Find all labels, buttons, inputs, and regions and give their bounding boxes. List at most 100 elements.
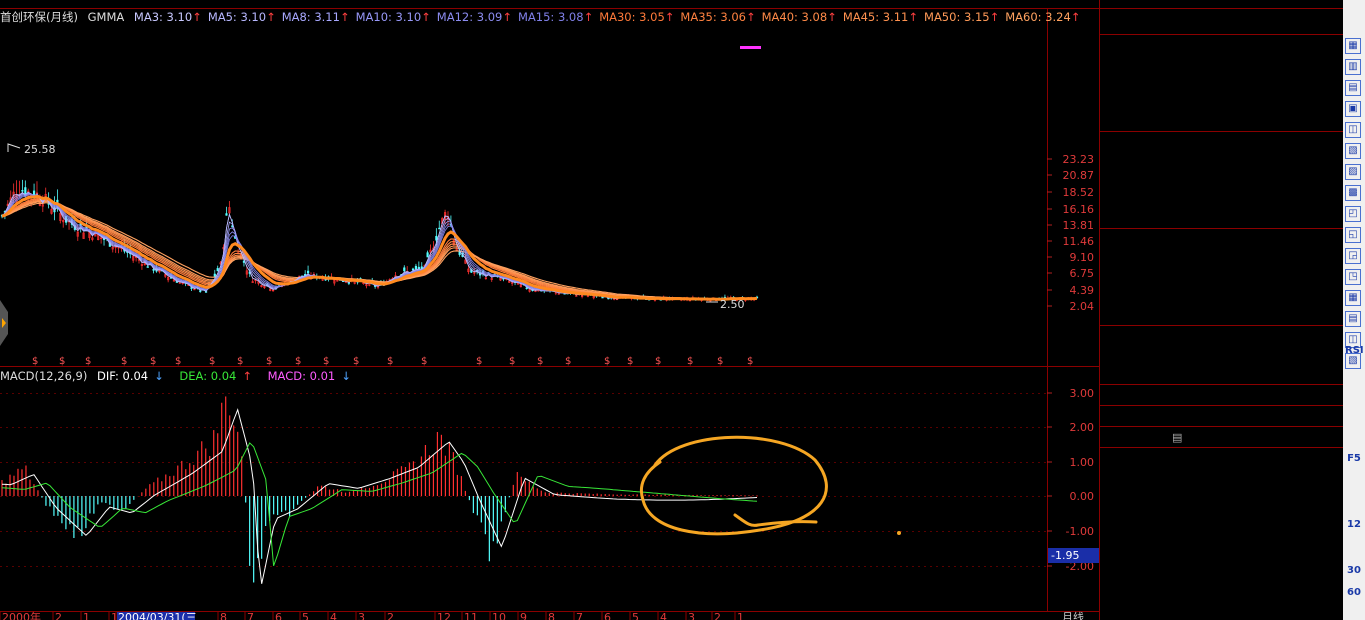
stats-row	[1100, 249, 1343, 268]
ma-label: MA15: 3.08↑	[518, 10, 594, 24]
dividend-marker: $	[604, 356, 610, 367]
candle-body	[21, 190, 24, 192]
ma-label: MA12: 3.09↑	[436, 10, 512, 24]
chart-title: 首创环保(月线)	[0, 10, 78, 24]
buy-row	[1100, 171, 1343, 190]
ma-list: MA3: 3.10↑ MA5: 3.10↑ MA8: 3.11↑ MA10: 3.10…	[134, 10, 1087, 24]
toolbar-icon[interactable]: ▩	[1345, 185, 1361, 201]
y-tick-label: 11.46	[1063, 235, 1095, 248]
y-tick-label: 13.81	[1063, 219, 1095, 232]
separator	[1100, 8, 1343, 9]
toolbar-icon[interactable]: ◰	[1345, 206, 1361, 222]
tick-row	[1100, 558, 1343, 576]
candle-body	[403, 267, 406, 272]
separator	[1100, 34, 1343, 35]
macd-tick-label: 3.00	[1070, 387, 1095, 400]
x-axis-label: 9	[520, 611, 527, 620]
x-axis-label: 7	[247, 611, 254, 620]
separator	[1100, 228, 1343, 229]
ma-label: MA8: 3.11↑	[281, 10, 350, 24]
toolbar-label[interactable]: 60	[1345, 584, 1363, 602]
dividend-marker: $	[537, 356, 543, 367]
toolbar-icon[interactable]: ▦	[1345, 38, 1361, 54]
x-axis-label: 1	[737, 611, 744, 620]
x-axis-label: 6	[275, 611, 282, 620]
y-tick-label: 16.16	[1063, 203, 1095, 216]
x-axis-label: 8	[220, 611, 227, 620]
x-axis-label: 3	[358, 611, 365, 620]
y-tick-label: 6.75	[1070, 267, 1095, 280]
tick-row	[1100, 486, 1343, 504]
annotation-circle	[639, 435, 828, 536]
kline-chart[interactable]: 23.23 20.87 18.52 16.16 13.81 11.46 9.10 6.75 4.…	[0, 0, 1100, 620]
toolbar-icon[interactable]: ▧	[1345, 143, 1361, 159]
x-axis-label: 2000年	[2, 610, 41, 620]
candle-body	[417, 266, 420, 270]
magenta-marker	[740, 46, 761, 49]
high-marker	[7, 143, 21, 152]
toolbar-icon[interactable]: ▦	[1345, 290, 1361, 306]
dividend-marker: $	[323, 356, 329, 367]
toolbar-label[interactable]: F5	[1345, 450, 1363, 468]
toolbar-icon[interactable]: ▤	[1345, 80, 1361, 96]
stats-row	[1100, 287, 1343, 306]
dividend-marker: $	[209, 356, 215, 367]
ma-label: MA3: 3.10↑	[133, 10, 202, 24]
list-icon: ▤	[1172, 431, 1183, 444]
macd-tick-label: -1.00	[1066, 525, 1094, 538]
tick-row	[1100, 540, 1343, 558]
notice-link	[1102, 407, 1345, 426]
dividend-marker: $	[476, 356, 482, 367]
candle-body	[426, 252, 429, 258]
macd-title: MACD(12,26,9)	[0, 369, 88, 383]
candle-body	[199, 290, 202, 292]
dividend-marker: $	[295, 356, 301, 367]
x-axis-label: 5	[302, 611, 309, 620]
period-label: 月线	[1062, 610, 1084, 620]
toolbar-icon[interactable]: ▤	[1345, 311, 1361, 327]
y-tick-label: 20.87	[1063, 169, 1095, 182]
toolbar-label[interactable]: RSI	[1345, 342, 1364, 360]
dividend-marker: $	[687, 356, 693, 367]
x-axis-label: 11	[464, 611, 478, 620]
ma-label: MA5: 3.10↑	[207, 10, 276, 24]
y-tick-label: 2.04	[1070, 300, 1095, 313]
dividend-marker: $	[421, 356, 427, 367]
candle-body	[213, 273, 216, 277]
macd-tick-label: 2.00	[1070, 421, 1095, 434]
toolbar-label[interactable]: 30	[1345, 562, 1363, 580]
macd-legend: MACD(12,26,9) DIF: 0.04 ↓ DEA: 0.04 ↑ MACD…	[0, 368, 363, 384]
y-tick-label: 9.10	[1070, 251, 1095, 264]
toolbar-icon[interactable]: ◫	[1345, 122, 1361, 138]
dividend-marker: $	[627, 356, 633, 367]
low-label: 2.50	[720, 298, 745, 311]
dividend-marker: $	[85, 356, 91, 367]
sell-row	[1100, 36, 1343, 55]
macd-value: MACD: 0.01 ↓	[267, 369, 351, 383]
fund-row	[1100, 327, 1343, 346]
ma-label: MA60: 3.24↑	[1005, 10, 1081, 24]
ma-label: MA45: 3.11↑	[842, 10, 919, 24]
x-axis-label: 2	[714, 611, 721, 620]
buy-row	[1100, 209, 1343, 228]
sell-row	[1100, 55, 1343, 74]
toolbar-icon[interactable]: ◱	[1345, 227, 1361, 243]
toolbar-label[interactable]: 12	[1345, 516, 1363, 534]
x-axis-label: 1	[83, 611, 90, 620]
toolbar-icon[interactable]: ▨	[1345, 164, 1361, 180]
side-toolbar[interactable]: ▦ ▥ ▤ ▣ ◫ ▧ ▨ ▩ ◰ ◱ ◲ ◳ ▦ ▤ ◫ ▧ RSI F5 12 30 60	[1343, 0, 1365, 620]
toolbar-icon[interactable]: ◳	[1345, 269, 1361, 285]
toolbar-icon[interactable]: ▥	[1345, 59, 1361, 75]
sell-row	[1100, 112, 1343, 131]
indicator-name: GMMA	[87, 10, 125, 24]
buy-row	[1100, 152, 1343, 171]
toolbar-icon[interactable]: ◲	[1345, 248, 1361, 264]
dividend-marker: $	[353, 356, 359, 367]
tick-row	[1100, 468, 1343, 486]
x-axis-label: 4	[330, 611, 337, 620]
macd-tick-label: 1.00	[1070, 456, 1095, 469]
toolbar-icon[interactable]: ▣	[1345, 101, 1361, 117]
y-tick-label: 4.39	[1070, 284, 1095, 297]
tick-row	[1100, 522, 1343, 540]
candle-body	[204, 291, 208, 293]
